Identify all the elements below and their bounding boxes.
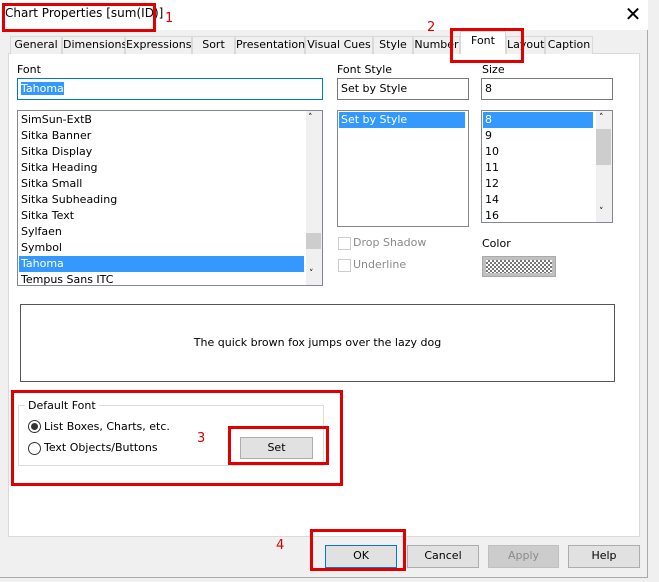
font-style-list[interactable]: Set by Style [337, 110, 469, 227]
color-button[interactable] [482, 256, 556, 277]
font-list[interactable]: ˄ ˅ SimSun-ExtB Sitka Banner Sitka Display… [17, 110, 323, 286]
list-item[interactable]: 12 [485, 176, 499, 192]
font-preview: The quick brown fox jumps over the lazy … [20, 304, 615, 382]
font-style-input[interactable]: Set by Style [337, 78, 469, 100]
tab-general[interactable]: General [10, 36, 62, 54]
dialog-window: Chart Properties [sum(ID)] ✕ Font Tahoma… [0, 0, 648, 578]
cancel-button[interactable]: Cancel [407, 545, 479, 568]
default-font-label: Default Font [25, 399, 99, 412]
tab-layout[interactable]: Layout [506, 36, 545, 54]
list-item[interactable]: 14 [485, 192, 499, 208]
scroll-down-icon[interactable]: ˅ [599, 207, 604, 217]
font-style-label: Font Style [337, 63, 393, 76]
tab-caption[interactable]: Caption [545, 36, 593, 54]
apply-button[interactable]: Apply [488, 545, 559, 568]
list-item[interactable]: Sitka Small [21, 176, 82, 192]
underline-checkbox[interactable] [338, 259, 351, 272]
size-list-scrollbar[interactable]: ˄ ˅ [596, 111, 612, 222]
list-item[interactable]: Sitka Text [21, 208, 74, 224]
scroll-up-icon[interactable]: ˄ [599, 113, 604, 123]
scroll-up-icon[interactable]: ˄ [308, 113, 313, 123]
annotation-number-3: 3 [197, 431, 206, 446]
list-item[interactable]: Symbol [21, 240, 62, 256]
title-bar: Chart Properties [sum(ID)] ✕ [0, 0, 648, 30]
list-item[interactable]: Tahoma [19, 256, 304, 272]
font-input[interactable]: Tahoma [17, 78, 323, 100]
list-item[interactable]: Sitka Subheading [21, 192, 117, 208]
list-item[interactable]: 8 [483, 112, 593, 128]
tab-style[interactable]: Style [373, 36, 413, 54]
underline-label: Underline [353, 258, 407, 271]
set-button[interactable]: Set [240, 437, 313, 459]
font-list-scrollbar[interactable]: ˄ ˅ [306, 111, 322, 285]
list-item[interactable]: Sitka Display [21, 144, 92, 160]
tab-visual-cues[interactable]: Visual Cues [305, 36, 373, 54]
scroll-thumb[interactable] [596, 129, 611, 165]
list-item[interactable]: 10 [485, 144, 499, 160]
radio-text-objects-buttons[interactable] [28, 442, 41, 455]
window-title: Chart Properties [sum(ID)] [5, 6, 164, 20]
list-item[interactable]: Sitka Banner [21, 128, 91, 144]
list-item[interactable]: Sitka Heading [21, 160, 98, 176]
tab-dimensions[interactable]: Dimensions [62, 36, 127, 54]
font-label: Font [17, 63, 41, 76]
tab-number[interactable]: Number [413, 36, 460, 54]
list-item[interactable]: 16 [485, 208, 499, 222]
scroll-thumb[interactable] [306, 233, 321, 249]
tab-sort[interactable]: Sort [192, 36, 235, 54]
color-label: Color [482, 237, 511, 250]
preview-text: The quick brown fox jumps over the lazy … [193, 336, 442, 349]
list-item[interactable]: Sylfaen [21, 224, 62, 240]
size-list[interactable]: ˄ ˅ 8 9 10 11 12 14 16 [481, 110, 613, 223]
ok-button[interactable]: OK [325, 545, 397, 568]
drop-shadow-checkbox[interactable] [338, 237, 351, 250]
list-item[interactable]: Set by Style [339, 112, 465, 128]
tab-presentation[interactable]: Presentation [235, 36, 305, 54]
list-item[interactable]: 9 [485, 128, 492, 144]
radio-text-objects-buttons-label: Text Objects/Buttons [44, 441, 158, 454]
size-input[interactable]: 8 [481, 78, 613, 100]
scroll-down-icon[interactable]: ˅ [309, 269, 314, 279]
list-item[interactable]: Tempus Sans ITC [21, 272, 113, 285]
close-icon[interactable]: ✕ [622, 2, 644, 26]
help-button[interactable]: Help [568, 545, 640, 568]
annotation-number-1: 1 [165, 11, 174, 26]
font-input-value: Tahoma [21, 82, 64, 95]
annotation-number-4: 4 [276, 538, 285, 553]
annotation-number-2: 2 [427, 20, 436, 35]
list-item[interactable]: SimSun-ExtB [21, 112, 92, 128]
size-label: Size [482, 63, 505, 76]
radio-list-boxes-charts[interactable] [28, 420, 41, 433]
tab-font[interactable]: Font [460, 31, 506, 54]
list-item[interactable]: 11 [485, 160, 499, 176]
tab-expressions[interactable]: Expressions [125, 36, 192, 54]
drop-shadow-label: Drop Shadow [353, 236, 427, 249]
radio-list-boxes-charts-label: List Boxes, Charts, etc. [44, 420, 170, 433]
